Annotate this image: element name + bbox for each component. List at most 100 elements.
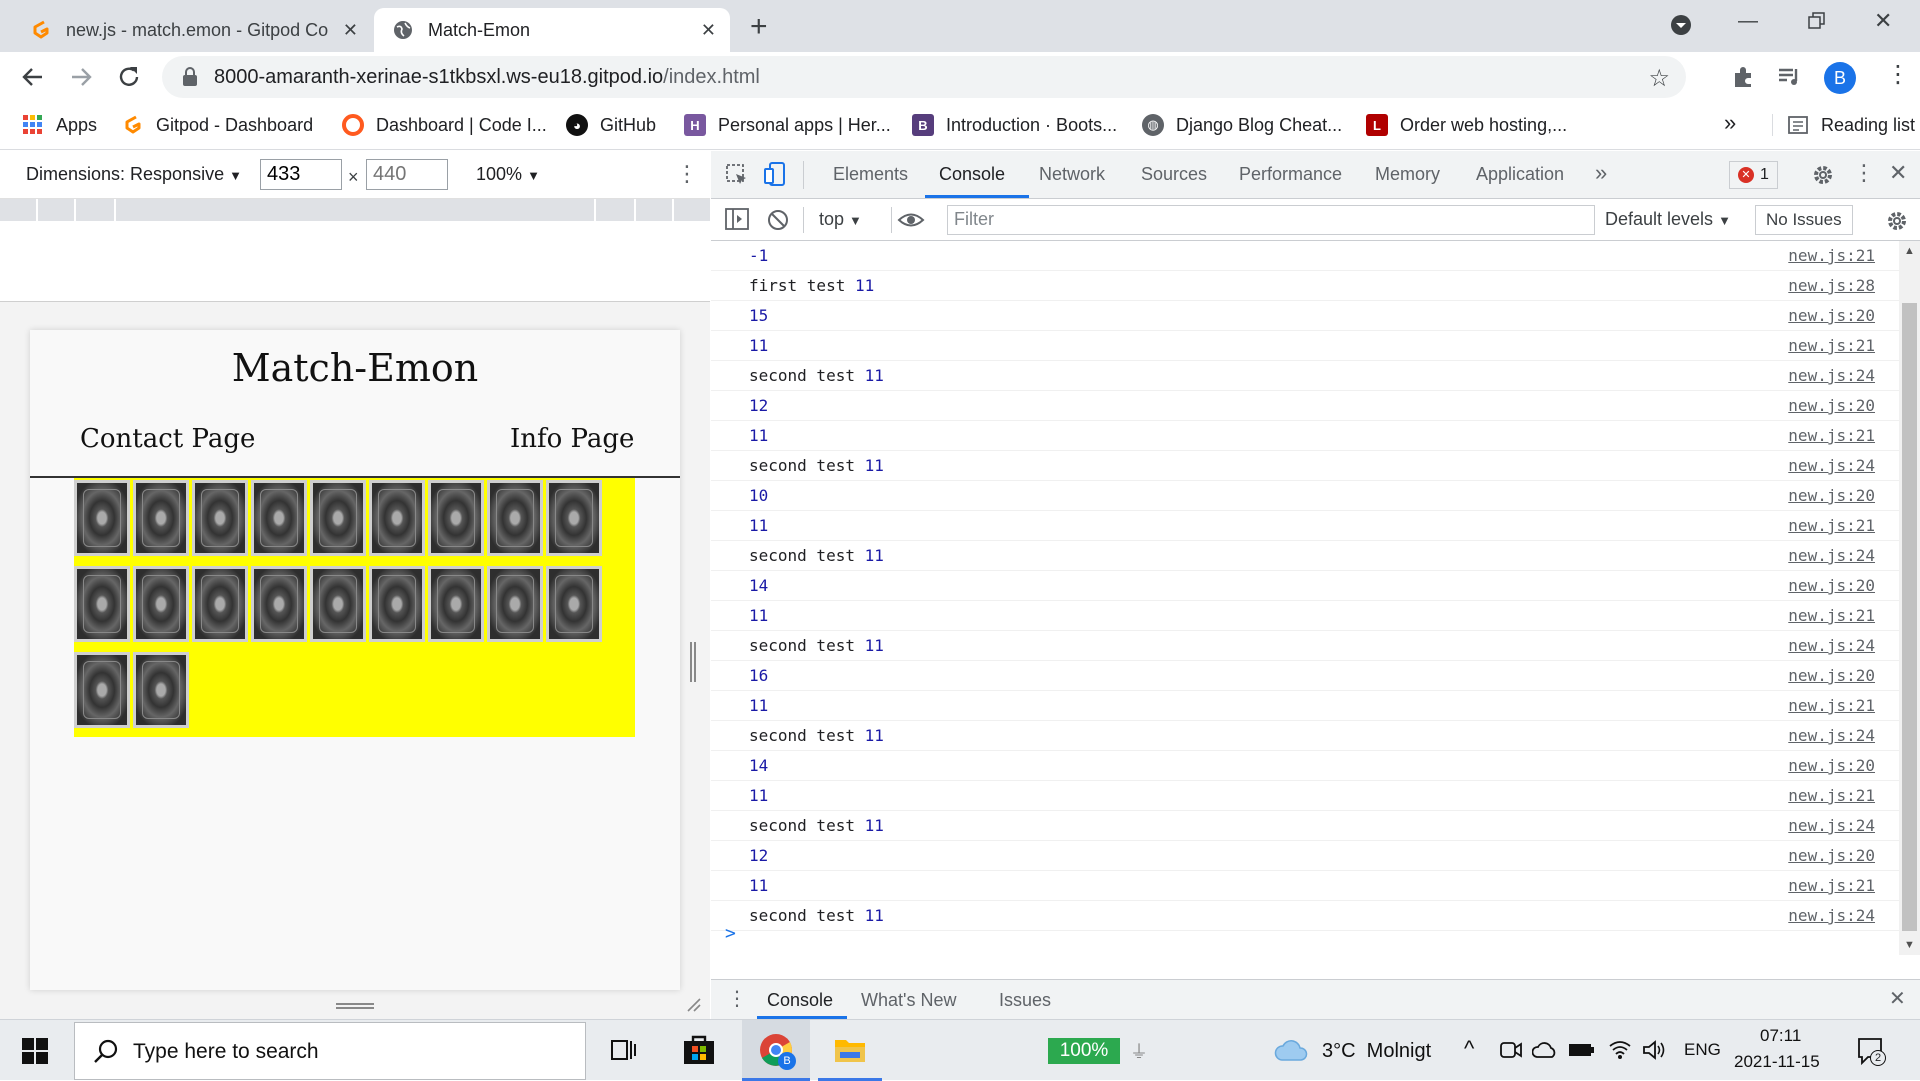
bookmark-gitpod[interactable]: Gitpod - Dashboard bbox=[122, 114, 313, 136]
resize-handle-bottom[interactable] bbox=[336, 1003, 374, 1009]
source-link[interactable]: new.js:20 bbox=[1788, 486, 1875, 505]
source-link[interactable]: new.js:20 bbox=[1788, 666, 1875, 685]
tab-match-emon[interactable]: Match-Emon ✕ bbox=[374, 8, 730, 52]
taskbar-search[interactable]: Type here to search bbox=[74, 1022, 586, 1080]
back-icon[interactable] bbox=[20, 64, 46, 90]
tab-elements[interactable]: Elements bbox=[833, 164, 908, 185]
source-link[interactable]: new.js:24 bbox=[1788, 816, 1875, 835]
settings-gear-icon[interactable] bbox=[1811, 163, 1835, 187]
live-expression-eye-icon[interactable] bbox=[897, 209, 925, 231]
source-link[interactable]: new.js:20 bbox=[1788, 846, 1875, 865]
console-scrollbar[interactable]: ▲ ▼ bbox=[1899, 241, 1920, 955]
default-levels-select[interactable]: Default levels ▼ bbox=[1605, 209, 1731, 230]
tab-network[interactable]: Network bbox=[1039, 164, 1105, 185]
bookmark-codeinstitute[interactable]: Dashboard | Code I... bbox=[342, 114, 547, 136]
media-controls-icon[interactable] bbox=[1776, 64, 1802, 90]
source-link[interactable]: new.js:21 bbox=[1788, 246, 1875, 265]
console-settings-gear-icon[interactable] bbox=[1885, 209, 1909, 233]
memory-card[interactable] bbox=[428, 566, 484, 642]
show-hidden-icons-chevron[interactable]: ^ bbox=[1464, 1036, 1474, 1062]
minimize-icon[interactable]: — bbox=[1738, 10, 1758, 33]
issues-button[interactable]: No Issues bbox=[1755, 205, 1853, 235]
zoom-select[interactable]: 100% ▼ bbox=[476, 164, 540, 185]
onedrive-icon[interactable] bbox=[1532, 1042, 1558, 1058]
bookmark-heroku[interactable]: H Personal apps | Her... bbox=[684, 114, 891, 136]
drawer-tab-issues[interactable]: Issues bbox=[999, 990, 1051, 1011]
memory-card[interactable] bbox=[133, 652, 189, 728]
memory-card[interactable] bbox=[192, 480, 248, 556]
dimensions-select[interactable]: Dimensions: Responsive ▼ bbox=[26, 164, 242, 185]
source-link[interactable]: new.js:28 bbox=[1788, 276, 1875, 295]
source-link[interactable]: new.js:21 bbox=[1788, 696, 1875, 715]
bookmark-bootstrap[interactable]: B Introduction · Boots... bbox=[912, 114, 1117, 136]
resize-corner-icon[interactable] bbox=[686, 997, 702, 1013]
source-link[interactable]: new.js:21 bbox=[1788, 606, 1875, 625]
source-link[interactable]: new.js:21 bbox=[1788, 786, 1875, 805]
more-tabs-button[interactable]: » bbox=[1595, 160, 1607, 186]
file-explorer-icon[interactable] bbox=[818, 1020, 882, 1081]
new-tab-button[interactable]: + bbox=[750, 10, 768, 44]
source-link[interactable]: new.js:24 bbox=[1788, 636, 1875, 655]
extensions-icon[interactable] bbox=[1730, 64, 1756, 90]
memory-card[interactable] bbox=[369, 566, 425, 642]
tab-sources[interactable]: Sources bbox=[1141, 164, 1207, 185]
close-tab-icon[interactable]: ✕ bbox=[343, 20, 358, 41]
weather-text[interactable]: 3°C Molnigt bbox=[1322, 1040, 1431, 1063]
memory-card[interactable] bbox=[487, 566, 543, 642]
tab-application[interactable]: Application bbox=[1476, 164, 1564, 185]
error-counter[interactable]: ✕ 1 bbox=[1729, 161, 1778, 189]
clock-date[interactable]: 2021-11-15 bbox=[1734, 1052, 1820, 1072]
memory-card[interactable] bbox=[74, 652, 130, 728]
sidebar-toggle-icon[interactable] bbox=[725, 208, 749, 230]
memory-card[interactable] bbox=[74, 566, 130, 642]
memory-card[interactable] bbox=[133, 480, 189, 556]
bookmark-github[interactable]: ◕ GitHub bbox=[566, 114, 656, 136]
memory-card[interactable] bbox=[487, 480, 543, 556]
memory-card[interactable] bbox=[310, 566, 366, 642]
source-link[interactable]: new.js:24 bbox=[1788, 906, 1875, 925]
source-link[interactable]: new.js:21 bbox=[1788, 876, 1875, 895]
bookmark-star-icon[interactable]: ☆ bbox=[1648, 64, 1670, 93]
tab-memory[interactable]: Memory bbox=[1375, 164, 1440, 185]
forward-icon[interactable] bbox=[68, 64, 94, 90]
battery-indicator[interactable]: 100% bbox=[1048, 1038, 1120, 1064]
source-link[interactable]: new.js:24 bbox=[1788, 726, 1875, 745]
context-select[interactable]: top ▼ bbox=[819, 209, 862, 230]
memory-card[interactable] bbox=[546, 480, 602, 556]
source-link[interactable]: new.js:24 bbox=[1788, 456, 1875, 475]
drawer-more-icon[interactable]: ⋮ bbox=[727, 986, 747, 1011]
address-bar[interactable]: 8000-amaranth-xerinae-s1tkbsxl.ws-eu18.g… bbox=[162, 56, 1686, 98]
source-link[interactable]: new.js:21 bbox=[1788, 336, 1875, 355]
close-tab-icon[interactable]: ✕ bbox=[701, 20, 716, 41]
bookmark-apps[interactable]: Apps bbox=[22, 114, 97, 136]
memory-card[interactable] bbox=[74, 480, 130, 556]
clear-console-icon[interactable] bbox=[767, 209, 789, 231]
source-link[interactable]: new.js:20 bbox=[1788, 396, 1875, 415]
memory-card[interactable] bbox=[133, 566, 189, 642]
scrollbar-thumb[interactable] bbox=[1902, 303, 1917, 931]
memory-card[interactable] bbox=[428, 480, 484, 556]
chrome-taskbar-icon[interactable]: B bbox=[742, 1020, 810, 1081]
chrome-menu-icon[interactable]: ⋮ bbox=[1886, 60, 1910, 89]
bookmark-hosting[interactable]: L Order web hosting,... bbox=[1366, 114, 1567, 136]
width-input[interactable] bbox=[260, 159, 342, 190]
contact-page-link[interactable]: Contact Page bbox=[80, 424, 255, 454]
source-link[interactable]: new.js:24 bbox=[1788, 366, 1875, 385]
device-more-icon[interactable]: ⋮ bbox=[676, 161, 698, 187]
media-query-strip[interactable] bbox=[0, 199, 710, 221]
windows-start-icon[interactable] bbox=[22, 1038, 48, 1064]
source-link[interactable]: new.js:20 bbox=[1788, 576, 1875, 595]
task-view-icon[interactable] bbox=[610, 1036, 638, 1064]
source-link[interactable]: new.js:24 bbox=[1788, 546, 1875, 565]
tab-gitpod[interactable]: new.js - match.emon - Gitpod Co ✕ bbox=[20, 8, 372, 52]
weather-cloud-icon[interactable] bbox=[1274, 1040, 1308, 1062]
reading-list-button[interactable]: Reading list bbox=[1772, 114, 1915, 136]
tab-search-icon[interactable] bbox=[1670, 14, 1692, 36]
store-icon[interactable] bbox=[682, 1032, 716, 1066]
scroll-up-icon[interactable]: ▲ bbox=[1904, 245, 1915, 257]
source-link[interactable]: new.js:20 bbox=[1788, 756, 1875, 775]
profile-avatar[interactable]: B bbox=[1824, 62, 1856, 94]
filter-input[interactable]: Filter bbox=[947, 205, 1595, 235]
notification-center-icon[interactable]: 2 bbox=[1856, 1036, 1886, 1066]
close-window-icon[interactable]: ✕ bbox=[1874, 8, 1892, 34]
